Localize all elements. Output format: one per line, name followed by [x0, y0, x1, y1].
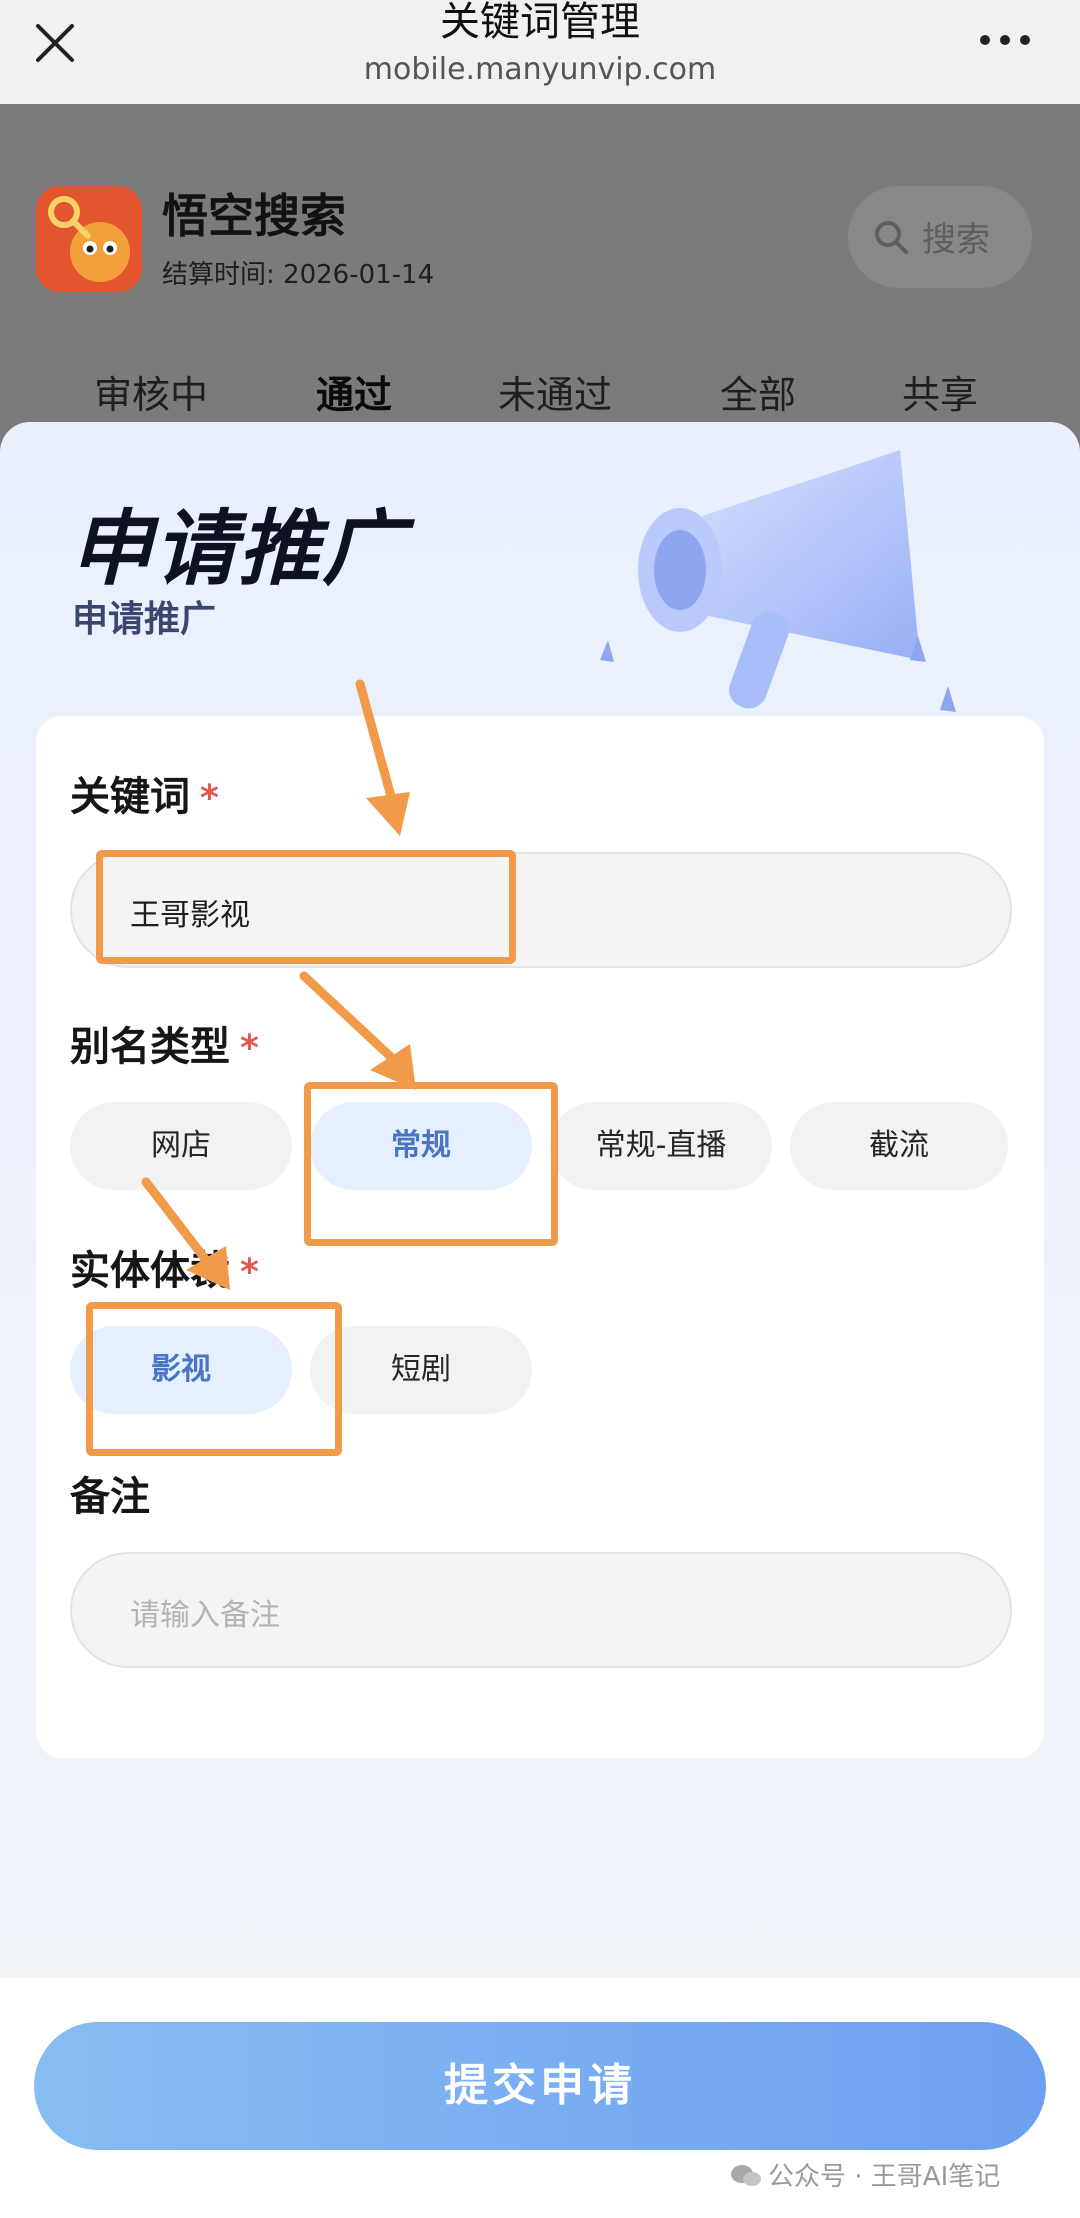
- annotation-arrows: [141, 679, 416, 1290]
